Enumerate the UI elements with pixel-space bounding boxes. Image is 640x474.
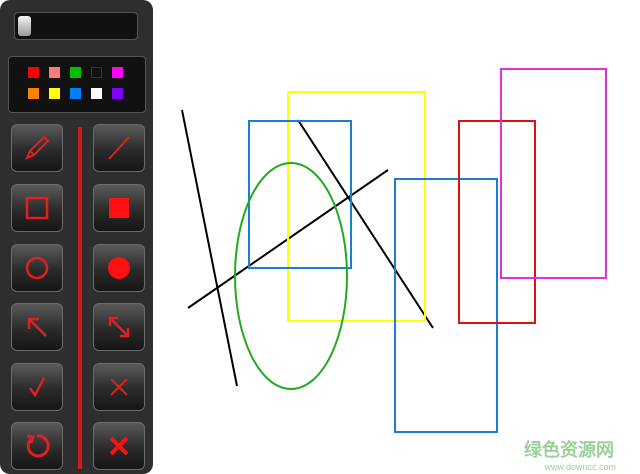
black-line-3: [297, 119, 434, 329]
magenta-rectangle: [500, 68, 607, 279]
blue-rectangle-1: [248, 120, 352, 269]
watermark-text: 绿色资源网: [524, 440, 614, 460]
watermark-url: www.downcc.com: [544, 462, 616, 472]
drawing-canvas[interactable]: [0, 0, 640, 474]
yellow-rectangle: [287, 91, 426, 322]
black-line-1: [181, 109, 238, 387]
green-ellipse: [234, 162, 348, 390]
blue-rectangle-2: [394, 178, 498, 433]
